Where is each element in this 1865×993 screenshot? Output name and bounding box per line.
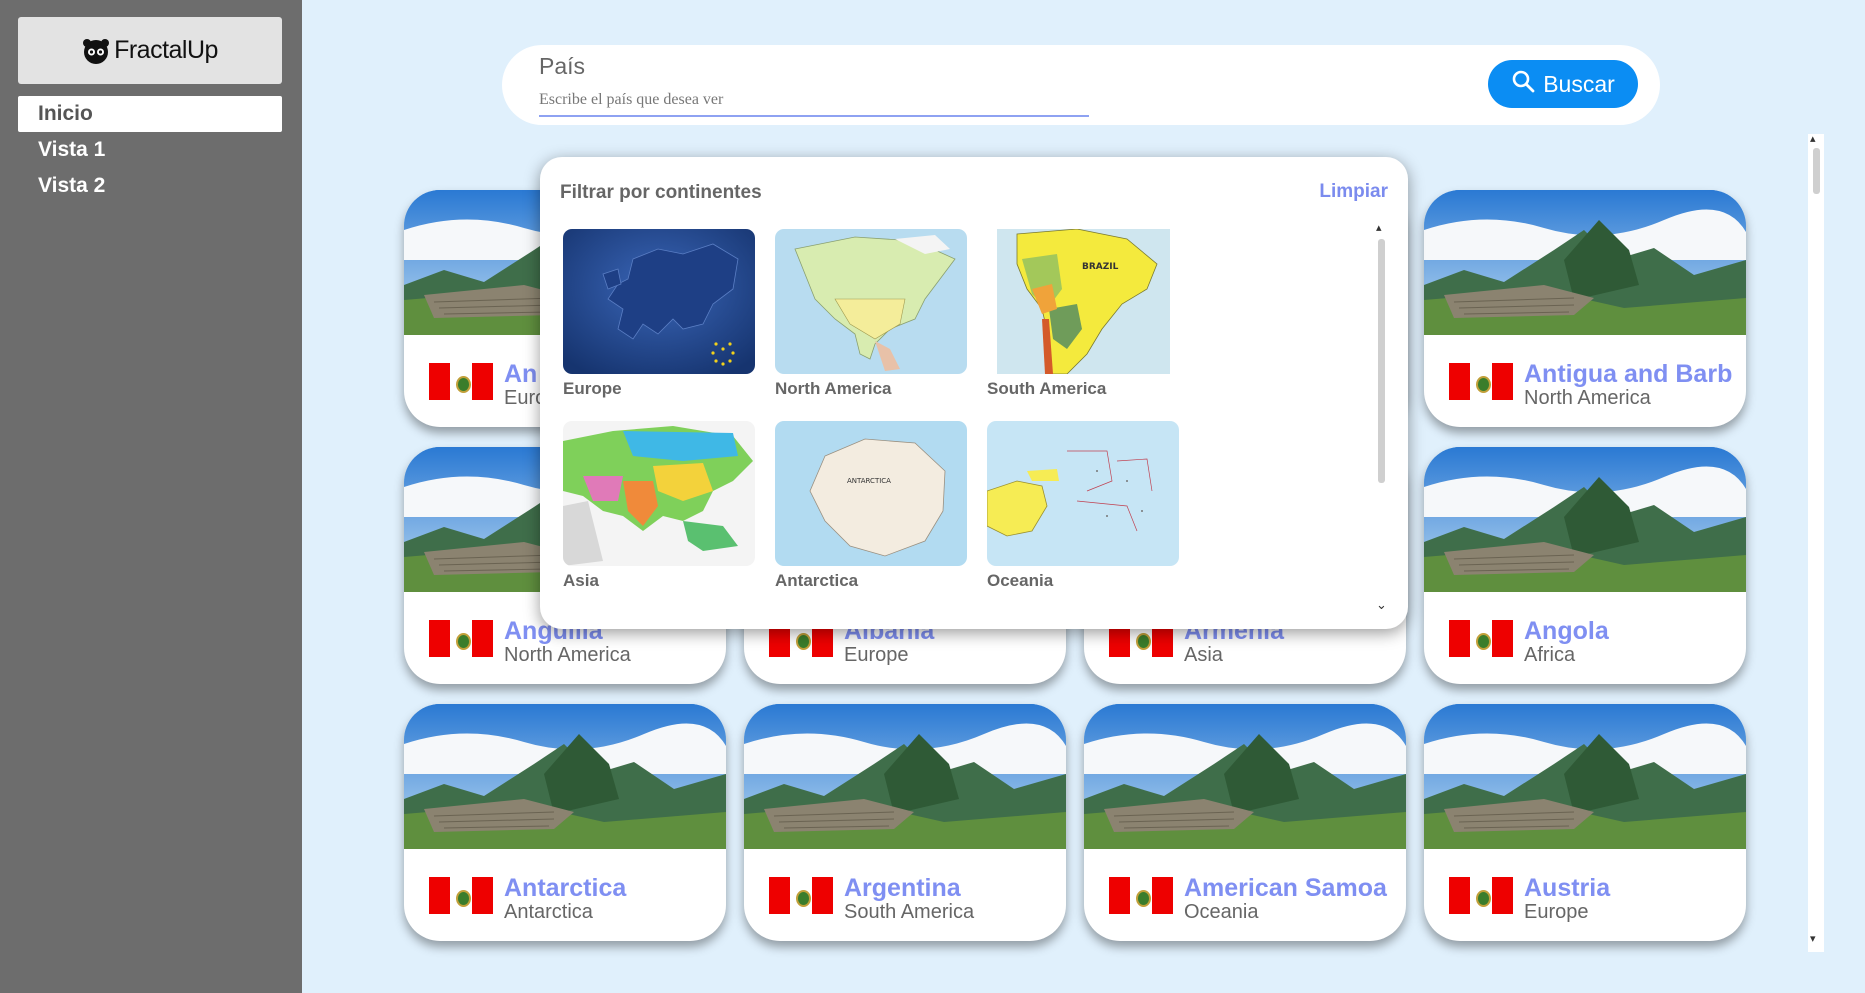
search-icon — [1511, 69, 1535, 99]
continent-tile-north-america[interactable]: North America — [775, 229, 967, 407]
continent-tiles: Europe North America BRAZIL South Americ… — [563, 229, 1179, 599]
continent-label: Europe — [563, 379, 622, 398]
country-continent: Africa — [1524, 644, 1576, 666]
search-input[interactable] — [539, 85, 1089, 117]
country-name[interactable]: Antarctica — [504, 874, 714, 903]
search-button-label: Buscar — [1543, 70, 1615, 97]
country-flag-icon — [1109, 877, 1173, 914]
filter-scrollbar[interactable]: ▴ ⌄ — [1375, 222, 1387, 612]
sidebar: FractalUp Inicio Vista 1 Vista 2 — [0, 0, 302, 993]
page-scrollbar[interactable]: ▴ ▾ — [1808, 132, 1824, 952]
search-button[interactable]: Buscar — [1488, 60, 1638, 108]
country-card-body: Antarctica Antarctica — [404, 849, 726, 941]
country-landscape-image — [1424, 447, 1746, 592]
country-card[interactable]: American Samoa Oceania — [1084, 704, 1406, 941]
asia-map-image — [563, 421, 755, 566]
country-continent: Europe — [844, 644, 909, 666]
continent-tile-asia[interactable]: Asia — [563, 421, 755, 599]
sidebar-item-vista-1[interactable]: Vista 1 — [18, 132, 282, 168]
country-landscape-image — [1424, 704, 1746, 849]
country-card[interactable]: Antarctica Antarctica — [404, 704, 726, 941]
continent-label: Asia — [563, 571, 599, 590]
filter-title: Filtrar por continentes — [560, 182, 762, 203]
country-flag-icon — [429, 877, 493, 914]
continent-label: Antarctica — [775, 571, 859, 590]
continent-tile-south-america[interactable]: BRAZIL South America — [987, 229, 1179, 407]
country-flag-icon — [1449, 877, 1513, 914]
scroll-down-icon[interactable]: ▾ — [1810, 932, 1816, 945]
country-continent: Oceania — [1184, 901, 1259, 923]
fractalup-logo-icon — [82, 38, 110, 64]
continent-label: Oceania — [987, 571, 1054, 590]
country-name[interactable]: Angola — [1524, 617, 1734, 646]
country-name[interactable]: Antigua and Barb — [1524, 360, 1734, 389]
country-card-body: American Samoa Oceania — [1084, 849, 1406, 941]
scroll-up-icon[interactable]: ▴ — [1810, 132, 1816, 145]
search-label: País — [539, 53, 586, 79]
europe-map-image — [563, 229, 755, 374]
country-landscape-image — [744, 704, 1066, 849]
south-america-map-image: BRAZIL — [987, 229, 1179, 374]
country-name[interactable]: American Samoa — [1184, 874, 1394, 903]
country-card-body: Angola Africa — [1424, 592, 1746, 684]
country-landscape-image — [404, 704, 726, 849]
country-flag-icon — [1449, 620, 1513, 657]
country-landscape-image — [1424, 190, 1746, 335]
logo-text: FractalUp — [114, 36, 218, 64]
filter-scrollbar-thumb[interactable] — [1378, 239, 1385, 483]
search-bar: País Buscar — [502, 45, 1660, 125]
continent-tile-antarctica[interactable]: ANTARCTICA Antarctica — [775, 421, 967, 599]
country-card-body: Austria Europe — [1424, 849, 1746, 941]
country-continent: South America — [844, 901, 975, 923]
country-continent: Europe — [1524, 901, 1589, 923]
continent-tile-europe[interactable]: Europe — [563, 229, 755, 407]
oceania-map-image — [987, 421, 1179, 566]
scroll-up-icon[interactable]: ▴ — [1376, 221, 1382, 234]
country-card-body: Argentina South America — [744, 849, 1066, 941]
country-name[interactable]: Argentina — [844, 874, 1054, 903]
svg-text:ANTARCTICA: ANTARCTICA — [847, 477, 891, 485]
svg-text:BRAZIL: BRAZIL — [1082, 262, 1119, 272]
logo[interactable]: FractalUp — [18, 17, 282, 84]
sidebar-nav: Inicio Vista 1 Vista 2 — [18, 96, 282, 204]
country-continent: North America — [504, 644, 631, 666]
chevron-down-icon[interactable]: ⌄ — [1376, 597, 1387, 613]
clear-filter-button[interactable]: Limpiar — [1319, 181, 1388, 203]
country-flag-icon — [769, 877, 833, 914]
country-landscape-image — [1084, 704, 1406, 849]
country-card[interactable]: Argentina South America — [744, 704, 1066, 941]
country-card-body: Antigua and Barb North America — [1424, 335, 1746, 427]
country-flag-icon — [1449, 363, 1513, 400]
country-card[interactable]: Antigua and Barb North America — [1424, 190, 1746, 427]
continent-label: South America — [987, 379, 1107, 398]
sidebar-item-vista-2[interactable]: Vista 2 — [18, 168, 282, 204]
page-scrollbar-thumb[interactable] — [1813, 148, 1820, 194]
country-continent: North America — [1524, 387, 1651, 409]
country-card[interactable]: Angola Africa — [1424, 447, 1746, 684]
antarctica-map-image: ANTARCTICA — [775, 421, 967, 566]
country-continent: Antarctica — [504, 901, 593, 923]
continent-label: North America — [775, 379, 892, 398]
country-flag-icon — [429, 363, 493, 400]
sidebar-item-inicio[interactable]: Inicio — [18, 96, 282, 132]
north-america-map-image — [775, 229, 967, 374]
continent-tile-oceania[interactable]: Oceania — [987, 421, 1179, 599]
country-continent: Asia — [1184, 644, 1223, 666]
country-flag-icon — [429, 620, 493, 657]
country-card[interactable]: Austria Europe — [1424, 704, 1746, 941]
continent-filter-panel: Filtrar por continentes Limpiar Europe N… — [540, 157, 1408, 629]
country-name[interactable]: Austria — [1524, 874, 1734, 903]
